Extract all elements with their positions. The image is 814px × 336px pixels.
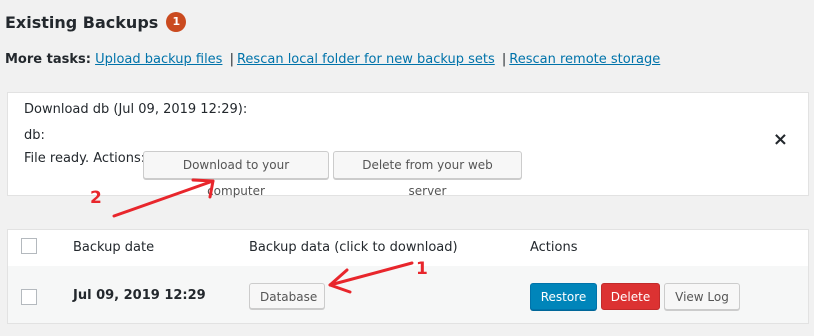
download-status-text: File ready. Actions: [24, 151, 146, 166]
column-header-actions: Actions [530, 240, 578, 255]
more-tasks-bar: More tasks: Upload backup files | Rescan … [5, 52, 660, 67]
view-log-button[interactable]: View Log [664, 283, 740, 310]
delete-button[interactable]: Delete [601, 283, 660, 310]
more-tasks-label: More tasks: [5, 52, 91, 67]
backup-count-badge: 1 [166, 12, 187, 32]
download-entity-label: db: [24, 128, 45, 143]
table-header: Backup date Backup data (click to downlo… [8, 230, 808, 267]
annotation-label-1: 1 [416, 259, 428, 279]
close-icon[interactable]: × [773, 129, 788, 150]
backup-date: Jul 09, 2019 12:29 [73, 288, 206, 303]
delete-from-server-button[interactable]: Delete from your web server [333, 151, 522, 198]
row-checkbox[interactable] [21, 289, 37, 305]
annotation-label-2: 2 [90, 188, 102, 208]
select-all-checkbox[interactable] [21, 238, 37, 254]
table-row: Jul 09, 2019 12:29 Database Restore Dele… [8, 266, 808, 323]
download-to-computer-button[interactable]: Download to your computer [143, 151, 329, 198]
download-heading: Download db (Jul 09, 2019 12:29): [24, 102, 248, 117]
restore-button[interactable]: Restore [530, 283, 597, 310]
page-header: Existing Backups 1 [5, 12, 187, 32]
backups-table: Backup date Backup data (click to downlo… [7, 229, 809, 324]
rescan-remote-storage-link[interactable]: Rescan remote storage [509, 52, 660, 67]
column-header-data: Backup data (click to download) [249, 240, 458, 255]
upload-backup-files-link[interactable]: Upload backup files [95, 52, 222, 67]
separator: | [501, 52, 507, 67]
download-panel: Download db (Jul 09, 2019 12:29): db: Fi… [7, 92, 809, 198]
database-download-button[interactable]: Database [249, 283, 325, 309]
column-header-date: Backup date [73, 240, 155, 255]
separator: | [229, 52, 234, 67]
rescan-local-folder-link[interactable]: Rescan local folder for new backup sets [237, 52, 495, 67]
page-title: Existing Backups [5, 12, 159, 32]
